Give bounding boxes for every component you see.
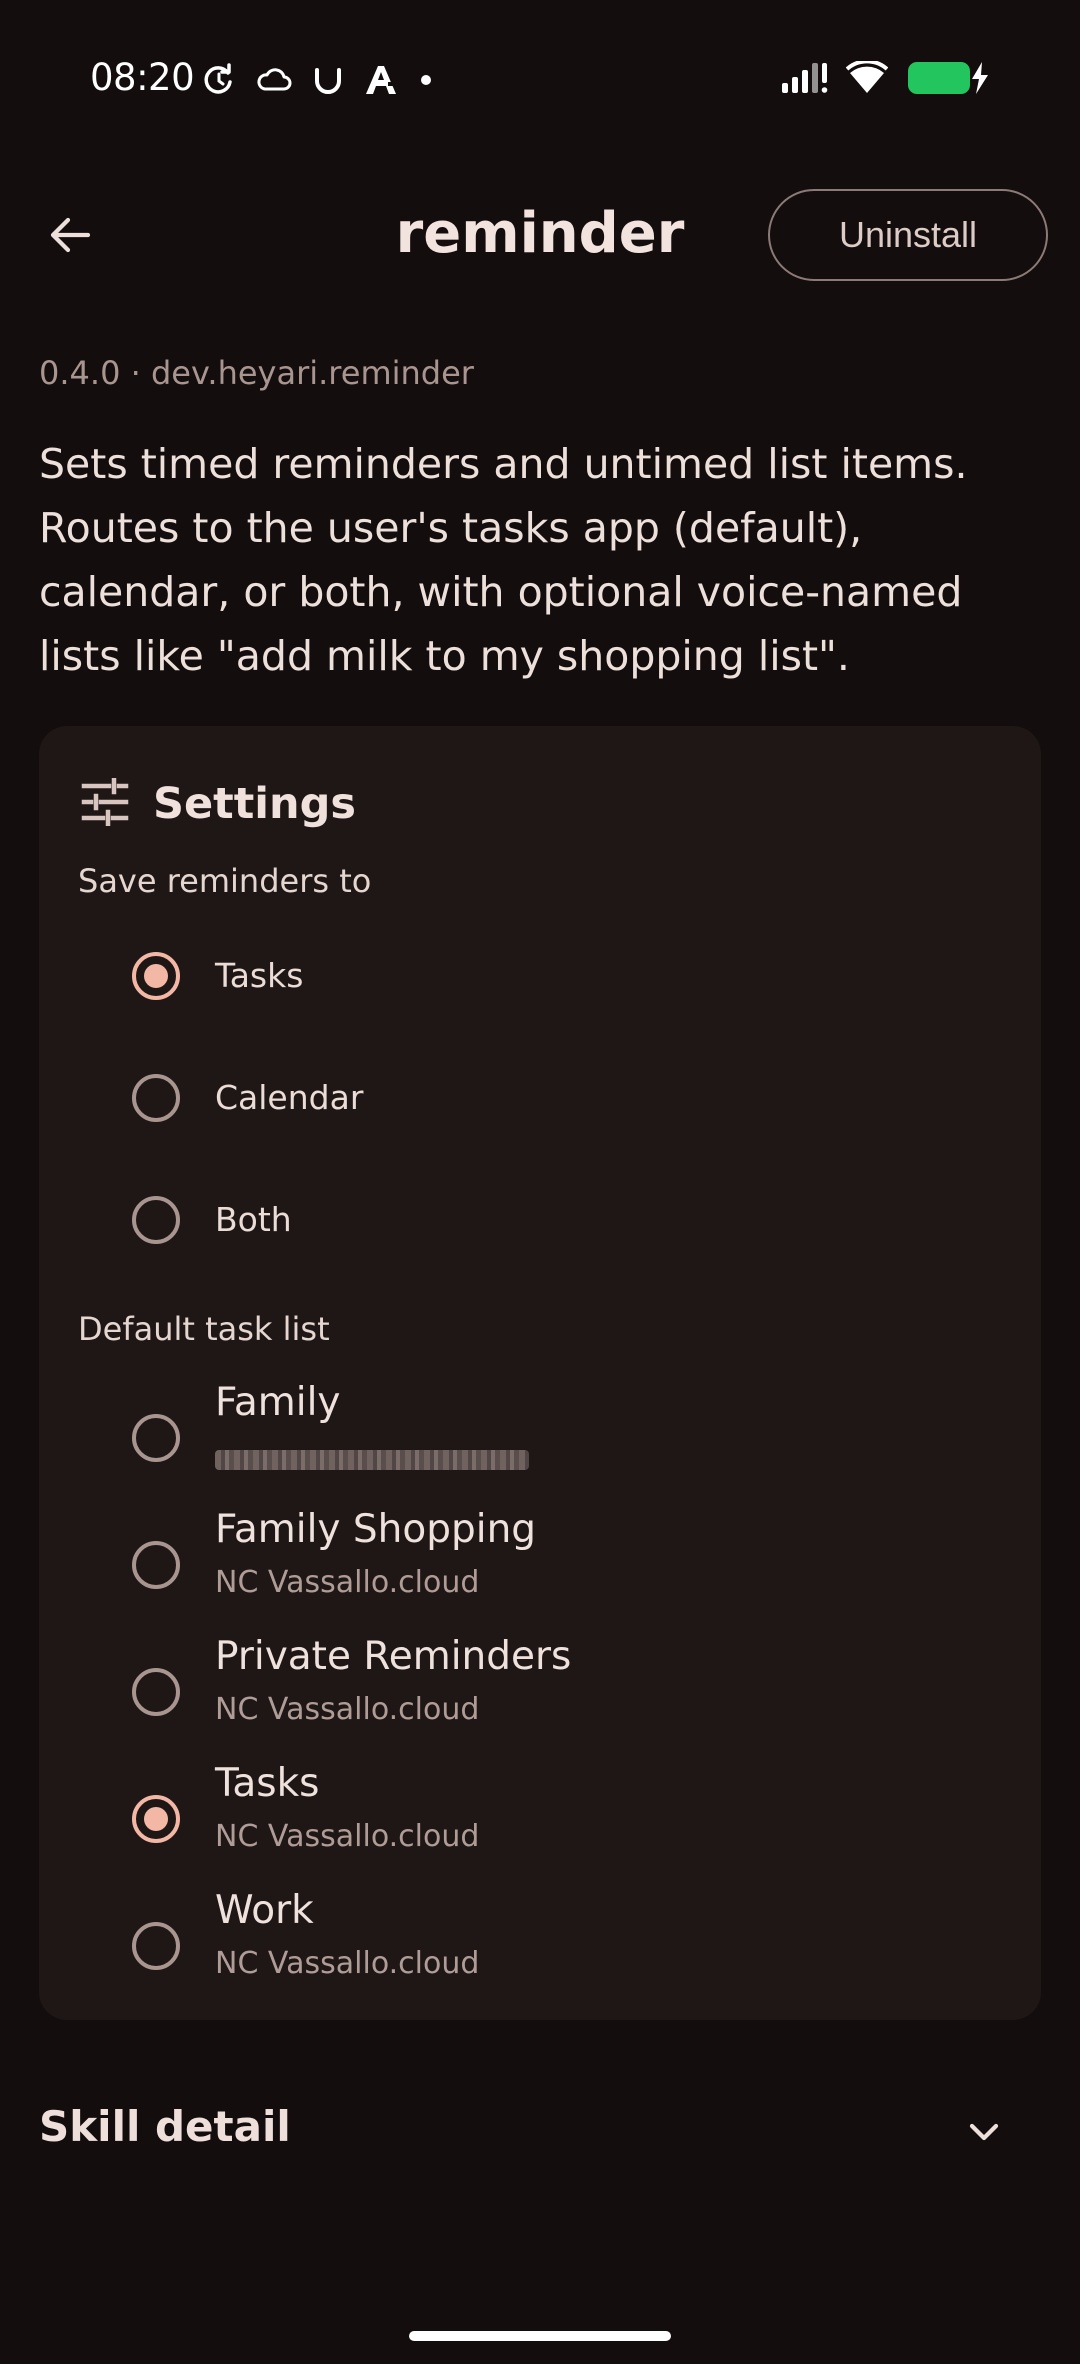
radio-button[interactable]	[132, 1922, 180, 1970]
save-reminders-label: Save reminders to	[78, 862, 372, 900]
radio-button[interactable]	[132, 1196, 180, 1244]
back-button[interactable]	[36, 203, 104, 271]
status-time: 08:20	[90, 56, 195, 99]
wifi-icon	[845, 59, 889, 99]
sync-icon	[202, 63, 236, 97]
radio-button[interactable]	[132, 1668, 180, 1716]
top-app-bar: reminder Uninstall	[0, 185, 1080, 289]
radio-label: Tasks	[215, 956, 304, 995]
task-list-account: NC Vassallo.cloud	[215, 1565, 480, 1600]
magnet-icon	[312, 64, 344, 96]
task-list-title: Family Shopping	[215, 1507, 537, 1552]
status-bar: 08:20	[0, 0, 1080, 160]
status-icons-left	[202, 60, 432, 100]
arrow-left-icon	[48, 213, 92, 261]
radio-option-both[interactable]: Both	[39, 1172, 1041, 1268]
radio-option-calendar[interactable]: Calendar	[39, 1050, 1041, 1146]
task-list-option-family[interactable]: Family	[39, 1372, 1041, 1492]
task-list-option-tasks[interactable]: Tasks NC Vassallo.cloud	[39, 1753, 1041, 1873]
battery-charging-icon	[906, 59, 990, 101]
task-list-account: NC Vassallo.cloud	[215, 1819, 480, 1854]
task-list-option-work[interactable]: Work NC Vassallo.cloud	[39, 1880, 1041, 2000]
task-list-account: NC Vassallo.cloud	[215, 1946, 480, 1981]
tune-sliders-icon	[81, 777, 129, 830]
radio-button[interactable]	[132, 1541, 180, 1589]
settings-title: Settings	[153, 779, 356, 829]
redacted-account-label	[215, 1450, 529, 1470]
task-list-title: Family	[215, 1380, 341, 1425]
task-list-account: NC Vassallo.cloud	[215, 1692, 480, 1727]
radio-button-selected[interactable]	[132, 952, 180, 1000]
home-indicator[interactable]	[409, 2331, 671, 2341]
signal-icon	[782, 61, 828, 99]
skill-description: Sets timed reminders and untimed list it…	[39, 440, 968, 680]
status-icons-right	[782, 58, 990, 102]
font-a-icon	[364, 64, 400, 96]
radio-button-selected[interactable]	[132, 1795, 180, 1843]
radio-button[interactable]	[132, 1414, 180, 1462]
skill-detail-label: Skill detail	[39, 2102, 291, 2151]
dot-icon	[420, 74, 432, 86]
task-list-option-family-shopping[interactable]: Family Shopping NC Vassallo.cloud	[39, 1499, 1041, 1619]
task-list-title: Work	[215, 1888, 314, 1933]
task-list-option-private-reminders[interactable]: Private Reminders NC Vassallo.cloud	[39, 1626, 1041, 1746]
task-list-title: Private Reminders	[215, 1634, 572, 1679]
default-task-list-label: Default task list	[78, 1310, 330, 1348]
skill-detail-expander[interactable]: Skill detail	[0, 2086, 1080, 2176]
task-list-title: Tasks	[215, 1761, 320, 1806]
radio-label: Both	[215, 1200, 292, 1239]
settings-header: Settings	[81, 774, 356, 834]
settings-card: Settings Save reminders to Tasks Calenda…	[39, 726, 1041, 2020]
chevron-down-icon[interactable]	[962, 2110, 1006, 2154]
radio-button[interactable]	[132, 1074, 180, 1122]
radio-option-tasks[interactable]: Tasks	[39, 928, 1041, 1024]
radio-label: Calendar	[215, 1078, 364, 1117]
cloud-icon	[256, 65, 292, 95]
version-package-label: 0.4.0 · dev.heyari.reminder	[39, 354, 474, 392]
uninstall-button[interactable]: Uninstall	[768, 189, 1048, 281]
